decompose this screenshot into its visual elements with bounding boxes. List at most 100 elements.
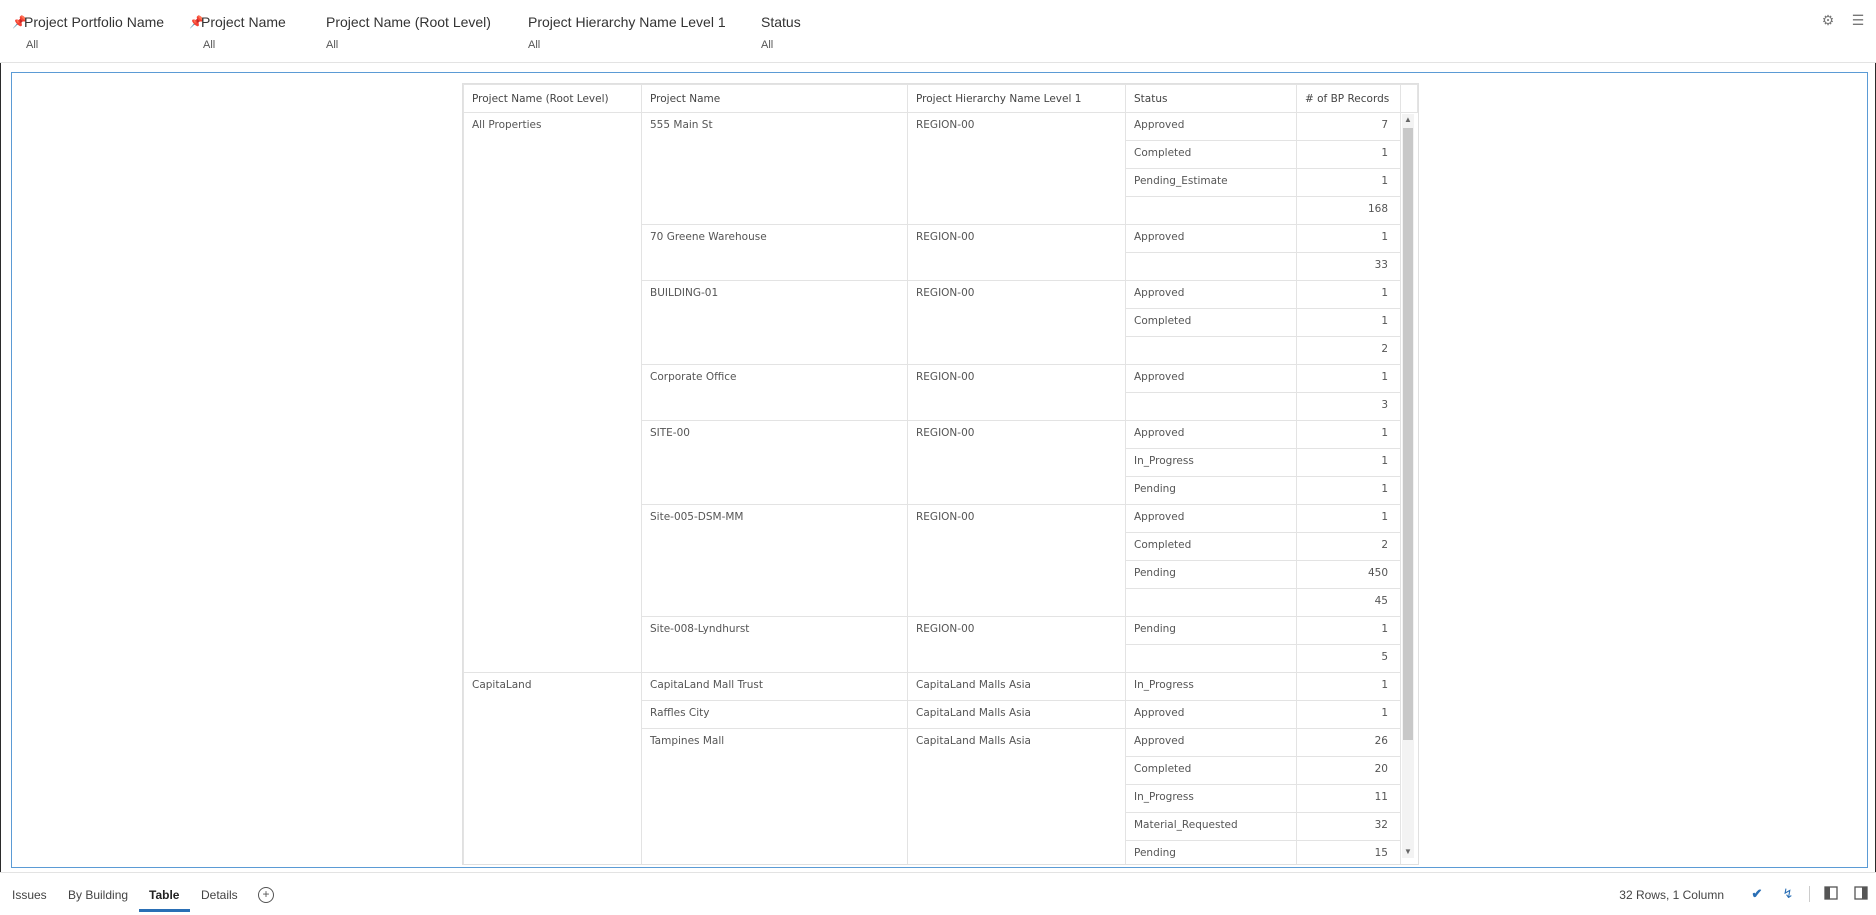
scroll-down-arrow-icon[interactable]: ▼ xyxy=(1402,846,1414,858)
filter-value[interactable]: All xyxy=(761,39,801,51)
cell-project-name[interactable]: 70 Greene Warehouse xyxy=(641,224,908,281)
cell-status[interactable] xyxy=(1125,252,1297,281)
pin-icon[interactable]: 📌 xyxy=(189,15,204,29)
cell-bp-record-count[interactable]: 7 xyxy=(1296,112,1401,141)
column-header[interactable]: # of BP Records xyxy=(1296,84,1401,113)
cell-root-level[interactable]: All Properties xyxy=(463,112,642,673)
cell-project-name[interactable]: Corporate Office xyxy=(641,364,908,421)
cell-bp-record-count[interactable]: 15 xyxy=(1296,840,1401,864)
cell-bp-record-count[interactable]: 1 xyxy=(1296,168,1401,197)
cell-bp-record-count[interactable]: 1 xyxy=(1296,672,1401,701)
cell-project-name[interactable]: Site-008-Lyndhurst xyxy=(641,616,908,673)
cell-status[interactable]: Approved xyxy=(1125,700,1297,729)
cell-status[interactable]: Approved xyxy=(1125,504,1297,533)
cell-status[interactable]: Approved xyxy=(1125,364,1297,393)
cell-status[interactable]: Pending xyxy=(1125,476,1297,505)
column-header[interactable]: Project Hierarchy Name Level 1 xyxy=(907,84,1126,113)
cell-status[interactable]: Pending xyxy=(1125,840,1297,864)
cell-bp-record-count[interactable]: 1 xyxy=(1296,140,1401,169)
cell-bp-record-count[interactable]: 26 xyxy=(1296,728,1401,757)
filter-value[interactable]: All xyxy=(528,39,726,51)
filter-value[interactable]: All xyxy=(12,39,164,51)
cell-project-name[interactable]: BUILDING-01 xyxy=(641,280,908,365)
cell-status[interactable]: Approved xyxy=(1125,224,1297,253)
filter-project-portfolio-name[interactable]: 📌 Project Portfolio Name All xyxy=(12,14,164,51)
cell-hierarchy-level-1[interactable]: CapitaLand Malls Asia xyxy=(907,728,1126,864)
cell-bp-record-count[interactable]: 32 xyxy=(1296,812,1401,841)
cell-hierarchy-level-1[interactable]: REGION-00 xyxy=(907,280,1126,365)
tab-details[interactable]: Details xyxy=(201,888,238,902)
cell-bp-record-count[interactable]: 1 xyxy=(1296,616,1401,645)
cell-bp-record-count[interactable]: 1 xyxy=(1296,700,1401,729)
scroll-up-arrow-icon[interactable]: ▲ xyxy=(1402,114,1414,126)
cell-status[interactable]: In_Progress xyxy=(1125,448,1297,477)
menu-icon[interactable]: ☰ xyxy=(1850,12,1866,28)
cell-status[interactable] xyxy=(1125,644,1297,673)
tab-by-building[interactable]: By Building xyxy=(68,888,128,902)
cell-hierarchy-level-1[interactable]: REGION-00 xyxy=(907,224,1126,281)
cell-bp-record-count[interactable]: 5 xyxy=(1296,644,1401,673)
tab-table[interactable]: Table xyxy=(149,888,179,902)
cell-project-name[interactable]: 555 Main St xyxy=(641,112,908,225)
cell-status[interactable]: Completed xyxy=(1125,532,1297,561)
filter-value[interactable]: All xyxy=(326,39,491,51)
filter-project-name[interactable]: 📌 Project Name All xyxy=(189,14,286,51)
column-header[interactable]: Project Name xyxy=(641,84,908,113)
cell-status[interactable]: Approved xyxy=(1125,420,1297,449)
cell-status[interactable]: Approved xyxy=(1125,728,1297,757)
cell-status[interactable]: In_Progress xyxy=(1125,672,1297,701)
column-header[interactable]: Status xyxy=(1125,84,1297,113)
cell-hierarchy-level-1[interactable]: CapitaLand Malls Asia xyxy=(907,700,1126,729)
cell-hierarchy-level-1[interactable]: REGION-00 xyxy=(907,420,1126,505)
cell-status[interactable] xyxy=(1125,392,1297,421)
cell-status[interactable] xyxy=(1125,588,1297,617)
cell-status[interactable] xyxy=(1125,196,1297,225)
cell-project-name[interactable]: Tampines Mall xyxy=(641,728,908,864)
cell-project-name[interactable]: Site-005-DSM-MM xyxy=(641,504,908,617)
cell-hierarchy-level-1[interactable]: REGION-00 xyxy=(907,504,1126,617)
lightning-icon[interactable]: ↯ xyxy=(1780,886,1796,902)
cell-status[interactable] xyxy=(1125,336,1297,365)
vertical-scrollbar[interactable]: ▲ ▼ xyxy=(1402,114,1414,858)
cell-bp-record-count[interactable]: 33 xyxy=(1296,252,1401,281)
filter-value[interactable]: All xyxy=(189,39,286,51)
cell-hierarchy-level-1[interactable]: REGION-00 xyxy=(907,364,1126,421)
cell-bp-record-count[interactable]: 1 xyxy=(1296,476,1401,505)
cell-bp-record-count[interactable]: 1 xyxy=(1296,448,1401,477)
cell-project-name[interactable]: CapitaLand Mall Trust xyxy=(641,672,908,701)
cell-status[interactable]: Completed xyxy=(1125,756,1297,785)
cell-bp-record-count[interactable]: 168 xyxy=(1296,196,1401,225)
cell-project-name[interactable]: SITE-00 xyxy=(641,420,908,505)
tab-issues[interactable]: Issues xyxy=(12,888,47,902)
filter-project-hierarchy-name-level-1[interactable]: Project Hierarchy Name Level 1 All xyxy=(528,14,726,51)
panel-right-icon[interactable] xyxy=(1853,886,1869,902)
panel-left-icon[interactable] xyxy=(1823,886,1839,902)
cell-bp-record-count[interactable]: 1 xyxy=(1296,420,1401,449)
cell-bp-record-count[interactable]: 1 xyxy=(1296,504,1401,533)
cell-bp-record-count[interactable]: 450 xyxy=(1296,560,1401,589)
cell-status[interactable]: Completed xyxy=(1125,140,1297,169)
column-header[interactable]: Project Name (Root Level) xyxy=(463,84,642,113)
cell-project-name[interactable]: Raffles City xyxy=(641,700,908,729)
cell-bp-record-count[interactable]: 20 xyxy=(1296,756,1401,785)
cell-status[interactable]: Pending xyxy=(1125,560,1297,589)
filter-settings-icon[interactable]: ⚙ xyxy=(1820,12,1836,28)
cell-bp-record-count[interactable]: 3 xyxy=(1296,392,1401,421)
cell-status[interactable]: Material_Requested xyxy=(1125,812,1297,841)
scrollbar-thumb[interactable] xyxy=(1403,128,1413,740)
add-tab-icon[interactable]: + xyxy=(258,887,274,903)
cell-status[interactable]: Pending_Estimate xyxy=(1125,168,1297,197)
cell-hierarchy-level-1[interactable]: REGION-00 xyxy=(907,616,1126,673)
cell-bp-record-count[interactable]: 11 xyxy=(1296,784,1401,813)
filter-status[interactable]: Status All xyxy=(761,14,801,51)
data-table[interactable]: Project Name (Root Level) Project Name P… xyxy=(462,83,1419,865)
cell-status[interactable]: Approved xyxy=(1125,112,1297,141)
cell-hierarchy-level-1[interactable]: CapitaLand Malls Asia xyxy=(907,672,1126,701)
cell-hierarchy-level-1[interactable]: REGION-00 xyxy=(907,112,1126,225)
cell-status[interactable]: Completed xyxy=(1125,308,1297,337)
cell-status[interactable]: In_Progress xyxy=(1125,784,1297,813)
cell-bp-record-count[interactable]: 2 xyxy=(1296,532,1401,561)
cell-bp-record-count[interactable]: 45 xyxy=(1296,588,1401,617)
cell-status[interactable]: Approved xyxy=(1125,280,1297,309)
checkmark-icon[interactable]: ✔ xyxy=(1749,886,1765,902)
